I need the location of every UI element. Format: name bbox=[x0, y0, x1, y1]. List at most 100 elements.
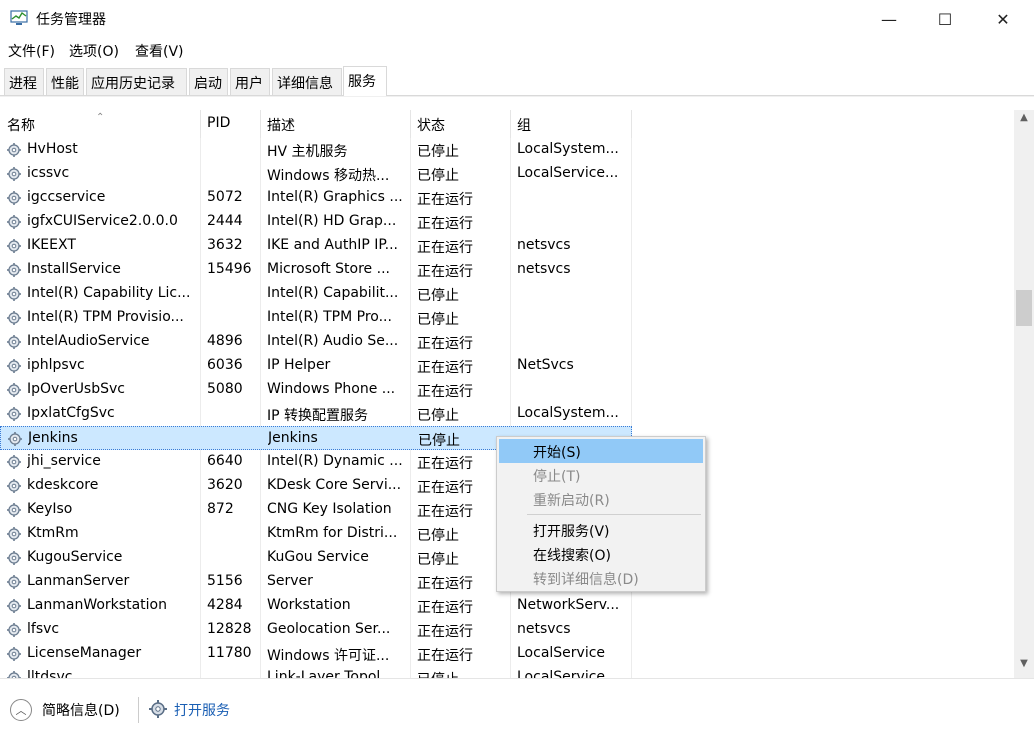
service-gear-icon bbox=[7, 287, 21, 301]
column-header-description[interactable]: 描述 bbox=[260, 110, 411, 138]
tab-details[interactable]: 详细信息 bbox=[272, 68, 342, 95]
tab-processes[interactable]: 进程 bbox=[4, 68, 44, 95]
service-status: 正在运行 bbox=[417, 456, 473, 472]
tab-app-history[interactable]: 应用历史记录 bbox=[86, 68, 187, 95]
collapse-chevron-icon[interactable]: ︿ bbox=[10, 699, 32, 721]
service-pid: 4284 bbox=[207, 597, 243, 613]
service-name: iphlpsvc bbox=[27, 357, 85, 373]
column-header-pid[interactable]: PID bbox=[200, 110, 261, 138]
service-pid: 6640 bbox=[207, 453, 243, 469]
tab-startup[interactable]: 启动 bbox=[189, 68, 228, 95]
service-pid: 6036 bbox=[207, 357, 243, 373]
sort-ascending-icon: ⌃ bbox=[96, 112, 105, 123]
service-status: 正在运行 bbox=[417, 576, 473, 592]
service-description: KuGou Service bbox=[267, 549, 369, 565]
search-online-menu-item[interactable]: 在线搜索(O) bbox=[499, 542, 703, 566]
service-gear-icon bbox=[7, 143, 21, 157]
services-gear-icon[interactable] bbox=[148, 699, 168, 719]
service-status: 已停止 bbox=[417, 144, 459, 160]
table-row[interactable]: lltdsvc Link-Layer Topol... 已停止 LocalServic… bbox=[0, 666, 632, 678]
service-description: Microsoft Store ... bbox=[267, 261, 390, 277]
table-row[interactable]: LanmanWorkstation 4284 Workstation 正在运行 Netw… bbox=[0, 594, 632, 618]
service-pid: 5156 bbox=[207, 573, 243, 589]
table-row[interactable]: Intel(R) TPM Provisio... Intel(R) TPM Pro… bbox=[0, 306, 632, 330]
service-status: 正在运行 bbox=[417, 192, 473, 208]
table-row[interactable]: HvHost HV 主机服务 已停止 LocalSystem... bbox=[0, 138, 632, 162]
service-description: Intel(R) TPM Pro... bbox=[267, 309, 392, 325]
service-gear-icon bbox=[7, 455, 21, 469]
maximize-button[interactable]: ☐ bbox=[916, 0, 974, 38]
service-name: IntelAudioService bbox=[27, 333, 150, 349]
menu-file[interactable]: 文件(F) bbox=[8, 41, 55, 61]
service-name: IpxlatCfgSvc bbox=[27, 405, 115, 421]
window-title: 任务管理器 bbox=[36, 12, 106, 28]
service-gear-icon bbox=[7, 647, 21, 661]
service-name: lfsvc bbox=[27, 621, 60, 637]
menu-bar: 文件(F) 选项(O) 查看(V) bbox=[0, 38, 1034, 64]
column-header-group[interactable]: 组 bbox=[510, 110, 632, 138]
stop-menu-item: 停止(T) bbox=[533, 469, 581, 485]
service-status: 已停止 bbox=[417, 168, 459, 184]
service-status: 已停止 bbox=[417, 552, 459, 568]
restart-menu-item: 重新启动(R) bbox=[533, 493, 610, 509]
scroll-thumb[interactable] bbox=[1016, 290, 1032, 326]
menu-options[interactable]: 选项(O) bbox=[69, 41, 119, 61]
table-row[interactable]: icssvc Windows 移动热... 已停止 LocalService... bbox=[0, 162, 632, 186]
table-row[interactable]: igfxCUIService2.0.0.0 2444 Intel(R) HD Gra… bbox=[0, 210, 632, 234]
service-name: IpOverUsbSvc bbox=[27, 381, 125, 397]
service-name: InstallService bbox=[27, 261, 121, 277]
go-to-details-menu-item: 转到详细信息(D) bbox=[533, 572, 639, 588]
service-status: 正在运行 bbox=[417, 216, 473, 232]
service-name: jhi_service bbox=[27, 453, 101, 469]
service-name: kdeskcore bbox=[27, 477, 99, 493]
service-status: 正在运行 bbox=[417, 384, 473, 400]
table-row[interactable]: IKEEXT 3632 IKE and AuthIP IP... 正在运行 netsvc… bbox=[0, 234, 632, 258]
scroll-up-arrow-icon[interactable]: ▲ bbox=[1014, 112, 1034, 130]
service-group: LocalSystem... bbox=[517, 141, 619, 157]
service-pid: 5080 bbox=[207, 381, 243, 397]
service-gear-icon bbox=[7, 359, 21, 373]
tab-services[interactable]: 服务 bbox=[343, 66, 387, 96]
column-header-status[interactable]: 状态 bbox=[410, 110, 511, 138]
table-row[interactable]: lfsvc 12828 Geolocation Ser... 正在运行 netsvcs bbox=[0, 618, 632, 642]
vertical-scrollbar[interactable]: ▲ ▼ bbox=[1014, 110, 1034, 678]
service-status: 正在运行 bbox=[417, 480, 473, 496]
fewer-details-link[interactable]: 简略信息(D) bbox=[42, 700, 120, 720]
service-group: NetSvcs bbox=[517, 357, 574, 373]
tab-performance[interactable]: 性能 bbox=[46, 68, 84, 95]
table-row[interactable]: iphlpsvc 6036 IP Helper 正在运行 NetSvcs bbox=[0, 354, 632, 378]
service-pid: 12828 bbox=[207, 621, 252, 637]
table-row[interactable]: igccservice 5072 Intel(R) Graphics ... 正在运行 bbox=[0, 186, 632, 210]
table-row[interactable]: Intel(R) Capability Lic... Intel(R) Capab… bbox=[0, 282, 632, 306]
table-row[interactable]: IpOverUsbSvc 5080 Windows Phone ... 正在运行 bbox=[0, 378, 632, 402]
table-row[interactable]: IntelAudioService 4896 Intel(R) Audio Se..… bbox=[0, 330, 632, 354]
task-manager-icon bbox=[10, 10, 28, 25]
service-pid: 4896 bbox=[207, 333, 243, 349]
service-gear-icon bbox=[7, 527, 21, 541]
service-name: igfxCUIService2.0.0.0 bbox=[27, 213, 178, 229]
service-gear-icon bbox=[7, 191, 21, 205]
menu-view[interactable]: 查看(V) bbox=[135, 41, 184, 61]
close-button[interactable]: ✕ bbox=[974, 0, 1032, 38]
services-table: 名称 PID 描述 状态 组 HvHost HV 主机服务 已停止 LocalSyst… bbox=[0, 110, 1014, 678]
tab-users[interactable]: 用户 bbox=[230, 68, 270, 95]
service-description: Geolocation Ser... bbox=[267, 621, 391, 637]
service-pid: 5072 bbox=[207, 189, 243, 205]
service-gear-icon bbox=[7, 335, 21, 349]
table-row[interactable]: LicenseManager 11780 Windows 许可证... 正在运行 Loc… bbox=[0, 642, 632, 666]
service-name: LanmanServer bbox=[27, 573, 130, 589]
title-bar: 任务管理器 — ☐ ✕ bbox=[0, 0, 1034, 38]
open-services-link[interactable]: 打开服务 bbox=[174, 700, 230, 720]
service-group: netsvcs bbox=[517, 261, 571, 277]
service-status: 已停止 bbox=[418, 433, 460, 449]
scroll-down-arrow-icon[interactable]: ▼ bbox=[1014, 658, 1034, 676]
start-menu-item[interactable]: 开始(S) bbox=[499, 439, 703, 463]
service-group: LocalService bbox=[517, 669, 606, 678]
context-menu: 开始(S) 停止(T) 重新启动(R) 打开服务(V) 在线搜索(O) 转到详细信息(D) bbox=[496, 436, 706, 592]
table-row[interactable]: InstallService 15496 Microsoft Store ... 正在… bbox=[0, 258, 632, 282]
service-group: LocalService... bbox=[517, 165, 619, 181]
open-services-menu-item[interactable]: 打开服务(V) bbox=[499, 518, 703, 542]
minimize-button[interactable]: — bbox=[860, 0, 918, 38]
service-status: 已停止 bbox=[417, 528, 459, 544]
table-row[interactable]: IpxlatCfgSvc IP 转换配置服务 已停止 LocalSystem... bbox=[0, 402, 632, 426]
